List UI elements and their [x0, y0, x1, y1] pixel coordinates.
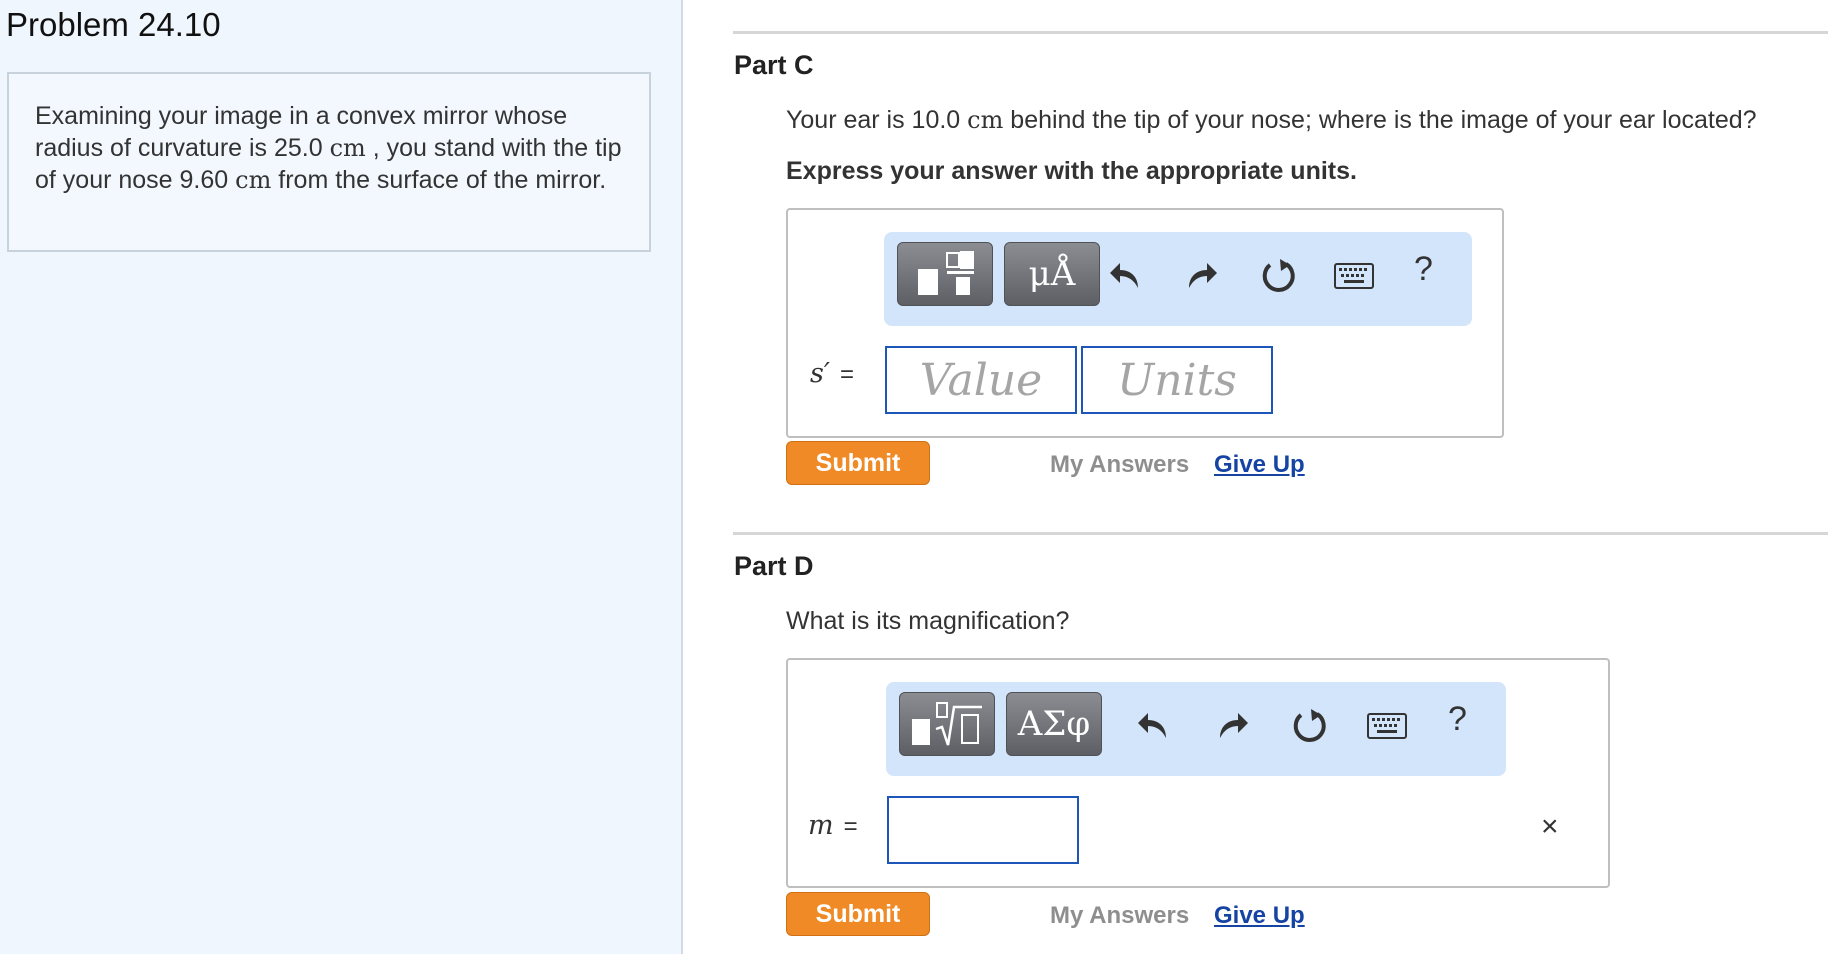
keyboard-icon[interactable] — [1367, 706, 1407, 746]
part-c-question-text-1: Your ear is 10.0 — [786, 106, 968, 134]
greek-symbols-button[interactable]: ΑΣφ — [1006, 692, 1102, 756]
part-c-question: Your ear is 10.0 cm behind the tip of yo… — [786, 106, 1757, 135]
part-d-title: Part D — [734, 551, 814, 581]
problem-pane: Problem 24.10 Examining your image in a … — [0, 0, 683, 954]
part-d-variable-label: m = — [808, 810, 858, 841]
units-input[interactable] — [1081, 346, 1273, 414]
part-c-variable: s′ — [810, 358, 830, 389]
part-d-submit-button[interactable]: Submit — [786, 892, 930, 936]
problem-unit-2: cm — [235, 166, 272, 194]
part-c-my-answers-link[interactable]: My Answers — [1050, 451, 1189, 479]
part-c-submit-button[interactable]: Submit — [786, 441, 930, 485]
clear-icon[interactable]: × — [1541, 810, 1559, 844]
problem-unit-1: cm — [329, 134, 366, 162]
part-c-give-up-link[interactable]: Give Up — [1214, 451, 1305, 479]
part-c-instruction: Express your answer with the appropriate… — [786, 157, 1357, 185]
fraction-template-icon[interactable] — [897, 242, 993, 306]
undo-icon[interactable] — [1106, 256, 1146, 296]
magnification-input[interactable] — [887, 796, 1079, 864]
part-c-answer-box: μÅ ? s′ = — [786, 208, 1504, 438]
value-input[interactable] — [885, 346, 1077, 414]
units-button[interactable]: μÅ — [1004, 242, 1100, 306]
reset-icon[interactable] — [1290, 706, 1330, 746]
help-button[interactable]: ? — [1448, 700, 1467, 739]
redo-icon[interactable] — [1212, 706, 1252, 746]
reset-icon[interactable] — [1259, 256, 1299, 296]
part-d-math-toolbar: ΑΣφ ? — [886, 682, 1506, 776]
problem-text-3: from the surface of the mirror. — [271, 166, 607, 194]
help-button[interactable]: ? — [1414, 250, 1433, 289]
problem-statement: Examining your image in a convex mirror … — [7, 72, 651, 252]
part-c-math-toolbar: μÅ ? — [884, 232, 1472, 326]
part-d-answer-box: ΑΣφ ? m = × — [786, 658, 1610, 888]
part-c-divider — [733, 31, 1828, 34]
part-d-equals: = — [843, 813, 858, 840]
part-c-variable-label: s′ = — [810, 358, 854, 389]
problem-title: Problem 24.10 — [6, 6, 221, 43]
undo-icon[interactable] — [1134, 706, 1174, 746]
part-d-variable: m — [808, 810, 834, 841]
part-d-question: What is its magnification? — [786, 607, 1070, 635]
part-c-question-text-2: behind the tip of your nose; where is th… — [1003, 106, 1757, 134]
part-c-title: Part C — [734, 50, 814, 80]
part-c-question-unit: cm — [967, 106, 1004, 134]
part-c-equals: = — [840, 361, 855, 388]
part-d-divider — [733, 532, 1828, 535]
part-d-give-up-link[interactable]: Give Up — [1214, 902, 1305, 930]
redo-icon[interactable] — [1181, 256, 1221, 296]
keyboard-icon[interactable] — [1334, 256, 1374, 296]
part-d-my-answers-link[interactable]: My Answers — [1050, 902, 1189, 930]
sqrt-template-icon[interactable] — [899, 692, 995, 756]
